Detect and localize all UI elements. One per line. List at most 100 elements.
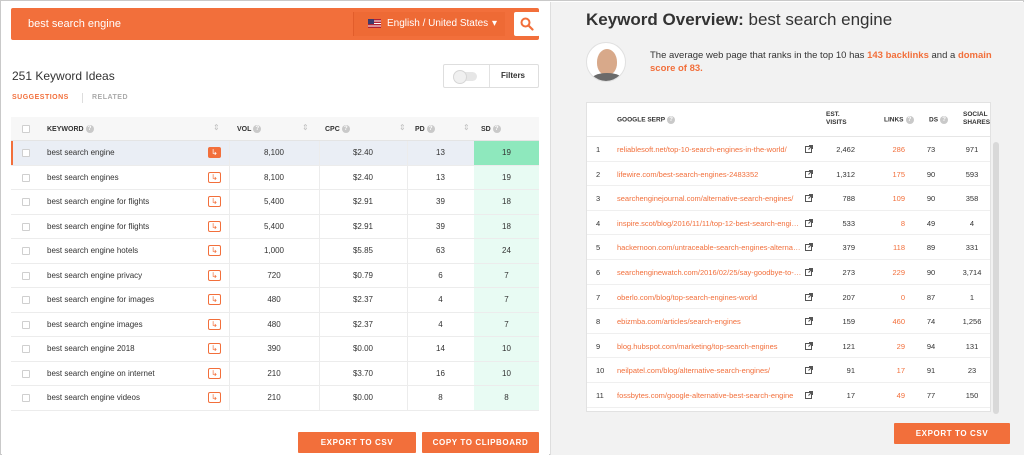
keyword-cell[interactable]: best search engine privacy [47, 271, 142, 280]
links-cell[interactable]: 175 [877, 170, 905, 179]
help-icon[interactable]: ? [492, 125, 501, 133]
table-row[interactable]: best search engine for images ↳ 480 $2.37 4 7 [11, 288, 539, 313]
serp-url-link[interactable]: neilpatel.com/blog/alternative-search-en… [617, 366, 802, 375]
search-input[interactable]: best search engine [18, 12, 354, 36]
search-button[interactable] [514, 12, 540, 36]
serp-url-link[interactable]: oberlo.com/blog/top-search-engines-world [617, 293, 802, 302]
keyword-cell[interactable]: best search engine videos [47, 393, 140, 402]
keyword-cell[interactable]: best search engine 2018 [47, 344, 135, 353]
row-checkbox[interactable] [22, 345, 30, 353]
serp-url-link[interactable]: reliablesoft.net/top-10-search-engines-i… [617, 145, 802, 154]
sort-icon[interactable]: ⇕ [463, 123, 470, 132]
language-select[interactable]: English / United States ▾ [354, 12, 505, 36]
column-vol[interactable]: VOL? [237, 125, 262, 133]
keyword-cell[interactable]: best search engine for flights [47, 197, 149, 206]
external-link-icon[interactable] [805, 341, 813, 350]
keyword-cell[interactable]: best search engines [47, 173, 119, 182]
external-link-icon[interactable] [805, 292, 813, 301]
column-sd[interactable]: SD? [481, 125, 501, 133]
table-row[interactable]: best search engine for flights ↳ 5,400 $2.9… [11, 190, 539, 215]
keyword-detail-button[interactable]: ↳ [208, 343, 221, 354]
help-icon[interactable]: ? [426, 125, 435, 133]
links-cell[interactable]: 286 [877, 145, 905, 154]
sort-icon[interactable]: ⇕ [302, 123, 309, 132]
row-checkbox[interactable] [22, 247, 30, 255]
row-checkbox[interactable] [22, 149, 30, 157]
external-link-icon[interactable] [805, 169, 813, 178]
row-checkbox[interactable] [22, 198, 30, 206]
links-cell[interactable]: 8 [877, 219, 905, 228]
keyword-cell[interactable]: best search engine on internet [47, 369, 155, 378]
tab-related[interactable]: RELATED [92, 94, 128, 101]
keyword-detail-button[interactable]: ↳ [208, 220, 221, 232]
links-cell[interactable]: 460 [877, 317, 905, 326]
serp-url-link[interactable]: lifewire.com/best-search-engines-2483352 [617, 170, 802, 179]
table-row[interactable]: best search engine 2018 ↳ 390 $0.00 14 10 [11, 337, 539, 362]
table-row[interactable]: best search engine images ↳ 480 $2.37 4 7 [11, 312, 539, 337]
links-cell[interactable]: 29 [877, 342, 905, 351]
table-row[interactable]: best search engine hotels ↳ 1,000 $5.85 63 24 [11, 239, 539, 264]
keyword-cell[interactable]: best search engine for images [47, 295, 154, 304]
sort-icon[interactable]: ⇕ [399, 123, 406, 132]
external-link-icon[interactable] [805, 145, 813, 153]
keyword-detail-button[interactable]: ↳ [208, 147, 221, 158]
filters-button[interactable]: Filters [501, 71, 525, 80]
help-icon[interactable]: ? [341, 125, 350, 133]
links-cell[interactable]: 0 [877, 293, 905, 302]
serp-export-csv-button[interactable]: EXPORT TO CSV [894, 423, 1010, 444]
help-icon[interactable]: ? [253, 125, 262, 133]
row-checkbox[interactable] [22, 173, 30, 182]
row-checkbox[interactable] [22, 394, 30, 402]
table-row[interactable]: best search engine on internet ↳ 210 $3.70 1… [11, 361, 539, 386]
keyword-detail-button[interactable]: ↳ [208, 367, 221, 379]
keyword-detail-button[interactable]: ↳ [208, 245, 221, 256]
row-checkbox[interactable] [22, 320, 30, 329]
links-cell[interactable]: 17 [877, 366, 905, 375]
table-row[interactable]: best search engine videos ↳ 210 $0.00 8 8 [11, 386, 539, 411]
copy-clipboard-button[interactable]: COPY TO CLIPBOARD [422, 432, 539, 453]
links-cell[interactable]: 49 [877, 391, 905, 400]
table-row[interactable]: best search engine privacy ↳ 720 $0.79 6 7 [11, 263, 539, 288]
external-link-icon[interactable] [805, 366, 813, 375]
serp-url-link[interactable]: hackernoon.com/untraceable-search-engine… [617, 243, 802, 252]
external-link-icon[interactable] [805, 317, 813, 326]
tab-suggestions[interactable]: SUGGESTIONS [12, 94, 69, 101]
row-checkbox[interactable] [22, 369, 30, 378]
links-cell[interactable]: 229 [877, 268, 905, 277]
row-checkbox[interactable] [22, 271, 30, 280]
links-cell[interactable]: 118 [877, 243, 905, 252]
column-cpc[interactable]: CPC? [325, 125, 350, 133]
row-checkbox[interactable] [22, 222, 30, 231]
keyword-detail-button[interactable]: ↳ [208, 196, 221, 207]
help-icon[interactable]: ? [905, 116, 914, 124]
keyword-detail-button[interactable]: ↳ [208, 269, 221, 281]
select-all-checkbox[interactable] [22, 125, 30, 133]
sort-icon[interactable]: ⇕ [213, 123, 220, 132]
column-keyword[interactable]: KEYWORD? [47, 125, 94, 133]
external-link-icon[interactable] [805, 194, 813, 203]
table-row[interactable]: best search engine for flights ↳ 5,400 $2.9… [11, 214, 539, 239]
links-cell[interactable]: 109 [877, 194, 905, 203]
table-row[interactable]: best search engine ↳ 8,100 $2.40 13 19 [11, 141, 539, 166]
serp-scrollbar[interactable] [993, 142, 999, 414]
row-checkbox[interactable] [22, 296, 30, 304]
keyword-detail-button[interactable]: ↳ [208, 318, 221, 330]
serp-url-link[interactable]: searchenginejournal.com/alternative-sear… [617, 194, 802, 203]
serp-url-link[interactable]: searchenginewatch.com/2016/02/25/say-goo… [617, 268, 802, 277]
serp-url-link[interactable]: inspire.scot/blog/2016/11/11/top-12-best… [617, 219, 802, 228]
external-link-icon[interactable] [805, 218, 813, 227]
keyword-cell[interactable]: best search engine hotels [47, 246, 138, 255]
keyword-cell[interactable]: best search engine [47, 148, 115, 157]
table-row[interactable]: best search engines ↳ 8,100 $2.40 13 19 [11, 165, 539, 190]
serp-url-link[interactable]: ebizmba.com/articles/search-engines [617, 317, 802, 326]
keyword-cell[interactable]: best search engine images [47, 320, 143, 329]
keyword-cell[interactable]: best search engine for flights [47, 222, 149, 231]
help-icon[interactable]: ? [940, 116, 949, 124]
help-icon[interactable]: ? [667, 116, 676, 124]
help-icon[interactable]: ? [85, 125, 94, 133]
export-csv-button[interactable]: EXPORT TO CSV [298, 432, 416, 453]
external-link-icon[interactable] [805, 390, 813, 399]
keyword-detail-button[interactable]: ↳ [208, 294, 221, 305]
keyword-detail-button[interactable]: ↳ [208, 392, 221, 403]
keyword-detail-button[interactable]: ↳ [208, 171, 221, 183]
